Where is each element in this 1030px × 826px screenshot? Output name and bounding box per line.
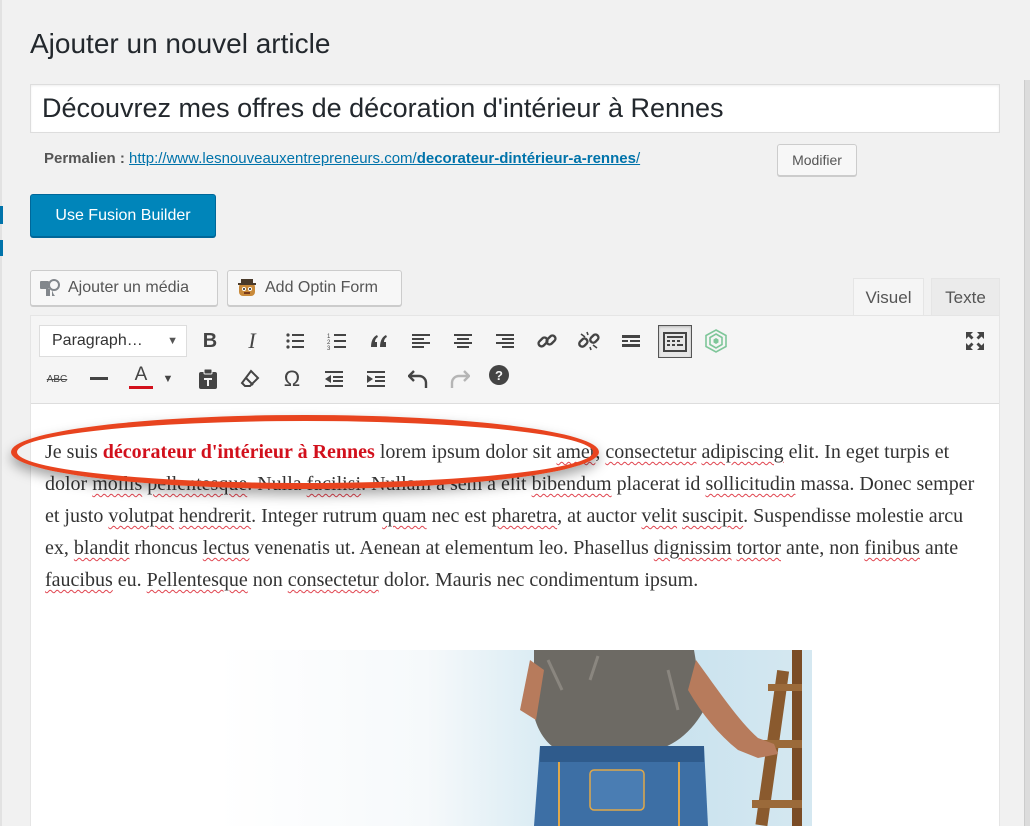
special-character-icon[interactable]: Ω [277, 364, 307, 394]
optin-monster-icon [236, 277, 258, 299]
content-image[interactable] [218, 650, 812, 826]
sidebar-scroll-edge [1024, 80, 1030, 826]
permalink-row: Permalien : http://www.lesnouveauxentrep… [44, 150, 640, 167]
edit-permalink-button[interactable]: Modifier [777, 144, 857, 176]
text-color-glyph: A [134, 363, 148, 385]
italic-icon[interactable]: I [237, 326, 267, 356]
text-color-icon[interactable]: A [126, 362, 156, 392]
permalink-url-base: http://www.lesnouveauxentrepreneurs.com/ [129, 150, 417, 167]
page-title: Ajouter un nouvel article [30, 28, 331, 59]
permalink-label: Permalien : [44, 150, 125, 167]
annotation-ellipse [11, 415, 599, 489]
tab-visual[interactable]: Visuel [853, 278, 924, 316]
read-more-icon[interactable] [616, 326, 646, 356]
tab-text[interactable]: Texte [931, 278, 1000, 316]
format-select[interactable]: Paragraph… ▼ [39, 325, 187, 357]
permalink-slug: decorateur-dintérieur-a-rennes [416, 150, 636, 167]
admin-sidebar-edge [0, 0, 2, 826]
add-optin-label: Add Optin Form [265, 279, 378, 296]
link-icon[interactable] [532, 326, 562, 356]
admin-sidebar-marker [0, 240, 3, 256]
format-select-value: Paragraph… [52, 332, 143, 349]
fusion-shortcode-icon[interactable] [701, 326, 731, 356]
clear-formatting-icon[interactable] [235, 364, 265, 394]
paste-as-text-icon[interactable] [193, 364, 223, 394]
add-optin-form-button[interactable]: Add Optin Form [227, 270, 402, 306]
editor-toolbar: Paragraph… ▼ B I 123 ABC A ▼ Ω ? [31, 316, 999, 404]
fullscreen-icon[interactable] [960, 326, 990, 356]
text-color-dropdown-icon[interactable]: ▼ [158, 364, 178, 394]
align-right-icon[interactable] [490, 326, 520, 356]
outdent-icon[interactable] [319, 364, 349, 394]
text-color-bar [129, 385, 153, 389]
fusion-builder-button[interactable]: Use Fusion Builder [30, 194, 216, 237]
add-media-label: Ajouter un média [68, 279, 189, 296]
indent-icon[interactable] [361, 364, 391, 394]
align-left-icon[interactable] [406, 326, 436, 356]
redo-icon[interactable] [445, 364, 475, 394]
chevron-down-icon: ▼ [167, 335, 178, 347]
numbered-list-icon[interactable]: 123 [322, 326, 352, 356]
help-icon[interactable]: ? [489, 365, 509, 385]
bullet-list-icon[interactable] [280, 326, 310, 356]
bold-icon[interactable]: B [195, 326, 225, 356]
strikethrough-icon[interactable]: ABC [42, 364, 72, 394]
align-center-icon[interactable] [448, 326, 478, 356]
toolbar-toggle-icon[interactable] [658, 325, 692, 358]
media-icon [39, 277, 61, 299]
add-media-button[interactable]: Ajouter un média [30, 270, 218, 306]
permalink-link[interactable]: http://www.lesnouveauxentrepreneurs.com/… [129, 150, 640, 167]
painter-photo [520, 650, 802, 826]
admin-sidebar-marker [0, 206, 3, 224]
svg-text:3: 3 [327, 346, 331, 350]
unlink-icon[interactable] [574, 326, 604, 356]
blockquote-icon[interactable] [364, 326, 394, 356]
post-title-input[interactable]: Découvrez mes offres de décoration d'int… [30, 84, 1000, 133]
horizontal-line-icon[interactable] [84, 364, 114, 394]
undo-icon[interactable] [403, 364, 433, 394]
